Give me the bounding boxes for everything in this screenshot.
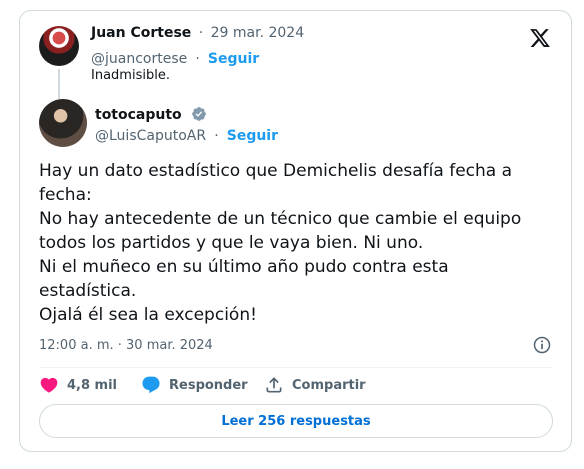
author-name-row: totocaputo bbox=[95, 104, 207, 123]
info-icon[interactable] bbox=[532, 335, 552, 355]
tweet-card: Juan Cortese · 29 mar. 2024 @juancortese… bbox=[19, 10, 572, 452]
quoted-header: Juan Cortese · 29 mar. 2024 bbox=[91, 25, 304, 41]
author-handle-row: @LuisCaputoAR · Seguir bbox=[95, 125, 278, 144]
author-name[interactable]: totocaputo bbox=[95, 107, 182, 123]
quoted-date[interactable]: 29 mar. 2024 bbox=[211, 25, 304, 41]
author-avatar[interactable] bbox=[39, 99, 87, 147]
separator-dot: · bbox=[198, 25, 204, 41]
share-upload-icon bbox=[266, 377, 282, 393]
separator-dot: · bbox=[195, 51, 200, 67]
quoted-author-handle[interactable]: @juancortese bbox=[91, 51, 187, 67]
quoted-author-name[interactable]: Juan Cortese bbox=[91, 25, 191, 41]
separator-dot: · bbox=[214, 128, 219, 144]
quoted-handle-row: @juancortese · Seguir bbox=[91, 48, 259, 67]
share-label: Compartir bbox=[292, 377, 366, 393]
tweet-text: Hay un dato estadístico que Demichelis d… bbox=[39, 161, 522, 325]
reply-bubble-icon bbox=[142, 376, 160, 394]
read-replies-button[interactable]: Leer 256 respuestas bbox=[39, 404, 553, 438]
like-button[interactable]: 4,8 mil bbox=[39, 373, 117, 397]
reply-label: Responder bbox=[169, 377, 248, 393]
reply-button[interactable]: Responder bbox=[141, 373, 248, 397]
quoted-text: Inadmisible. bbox=[91, 68, 170, 83]
verified-badge-icon bbox=[191, 107, 206, 121]
thread-connector-line bbox=[58, 69, 60, 99]
share-button[interactable]: Compartir bbox=[264, 373, 366, 397]
heart-icon bbox=[40, 377, 58, 393]
read-replies-label: Leer 256 respuestas bbox=[221, 413, 371, 429]
x-logo-icon[interactable] bbox=[529, 27, 551, 49]
quoted-author-avatar[interactable] bbox=[39, 26, 79, 66]
tweet-timestamp[interactable]: 12:00 a. m. · 30 mar. 2024 bbox=[39, 338, 213, 353]
like-count: 4,8 mil bbox=[67, 377, 118, 393]
divider bbox=[39, 367, 553, 368]
follow-link[interactable]: Seguir bbox=[227, 128, 278, 144]
quoted-follow-link[interactable]: Seguir bbox=[208, 51, 259, 67]
author-handle[interactable]: @LuisCaputoAR bbox=[95, 128, 206, 144]
